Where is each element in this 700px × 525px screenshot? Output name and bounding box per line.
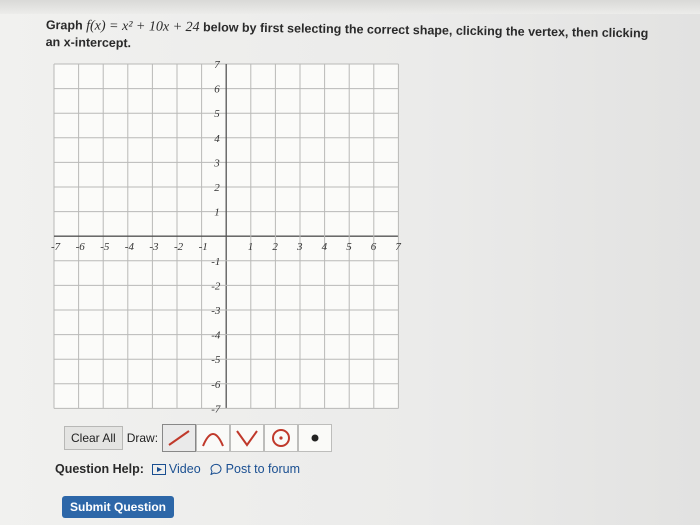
line-tool-button[interactable] bbox=[162, 424, 197, 452]
x-tick-label: -4 bbox=[125, 241, 135, 253]
x-tick-label: -6 bbox=[76, 241, 86, 253]
x-tick-label: -7 bbox=[51, 241, 61, 253]
post-to-forum-link[interactable]: Post to forum bbox=[209, 462, 300, 476]
y-tick-label: -7 bbox=[211, 403, 221, 415]
question-help-label: Question Help: bbox=[55, 462, 144, 476]
y-tick-label: -5 bbox=[211, 354, 221, 366]
question-line2: an x-intercept. bbox=[45, 34, 132, 51]
function-expression: f(x) = x² + 10x + 24 bbox=[86, 18, 200, 36]
parabola-down-tool-icon bbox=[202, 433, 224, 447]
x-tick-label: -1 bbox=[199, 241, 208, 253]
screen-top-edge bbox=[0, 0, 700, 14]
x-tick-label: 4 bbox=[322, 241, 328, 253]
video-icon bbox=[151, 463, 166, 475]
x-tick-label: 7 bbox=[395, 241, 401, 253]
coordinate-grid[interactable]: -7 -6 -5 -4 -3 -2 -1 1 2 3 4 5 6 7 7 6 5 4 3 2 1 -1 -2 -3 -4 -5 -6… bbox=[40, 58, 420, 423]
x-tick-label: -2 bbox=[174, 241, 184, 253]
point-tool-button[interactable] bbox=[298, 424, 333, 452]
parabola-tool-button[interactable] bbox=[196, 424, 231, 452]
point-tool-icon bbox=[311, 434, 319, 442]
post-to-forum-label: Post to forum bbox=[225, 462, 300, 476]
y-tick-label: -1 bbox=[211, 256, 220, 268]
clear-all-button[interactable]: Clear All bbox=[64, 426, 123, 450]
line-tool-icon bbox=[168, 430, 190, 446]
question-instructions: below by first selecting the correct sha… bbox=[202, 20, 649, 41]
y-tick-label: -4 bbox=[211, 330, 221, 342]
y-tick-label: 2 bbox=[214, 182, 220, 194]
x-tick-label: -5 bbox=[100, 241, 110, 253]
video-link[interactable]: Video bbox=[151, 462, 201, 476]
graph-area[interactable]: -7 -6 -5 -4 -3 -2 -1 1 2 3 4 5 6 7 7 6 5 4 3 2 1 -1 -2 -3 -4 -5 -6… bbox=[40, 58, 420, 423]
question-prefix: Graph bbox=[45, 17, 83, 33]
question-prompt: Graph f(x) = x² + 10x + 24 below by firs… bbox=[46, 17, 656, 60]
question-help: Question Help: Video Post to forum bbox=[55, 462, 300, 476]
circle-tool-icon bbox=[272, 429, 291, 447]
y-tick-label: -3 bbox=[211, 305, 221, 317]
x-tick-label: -3 bbox=[149, 241, 159, 253]
draw-toolbar: Clear All Draw: bbox=[64, 424, 333, 452]
x-tick-label: 6 bbox=[371, 241, 377, 253]
y-tick-label: -6 bbox=[211, 379, 221, 391]
y-tick-label: 4 bbox=[214, 133, 220, 145]
x-tick-label: 1 bbox=[248, 241, 254, 253]
absolute-value-tool-button[interactable] bbox=[230, 424, 265, 452]
x-tick-label: 2 bbox=[272, 241, 278, 253]
y-tick-label: 1 bbox=[214, 207, 220, 219]
submit-question-button[interactable]: Submit Question bbox=[62, 496, 174, 518]
y-tick-label: 6 bbox=[214, 84, 220, 96]
y-tick-label: 3 bbox=[213, 157, 220, 169]
absolute-value-tool-icon bbox=[236, 430, 258, 447]
x-tick-label: 5 bbox=[346, 241, 352, 253]
y-tick-label: 5 bbox=[214, 108, 220, 120]
draw-label: Draw: bbox=[126, 431, 159, 445]
y-tick-label: 7 bbox=[214, 59, 220, 71]
x-tick-label: 3 bbox=[296, 241, 303, 253]
speech-bubble-icon bbox=[209, 463, 222, 475]
circle-tool-button[interactable] bbox=[264, 424, 299, 452]
video-link-label: Video bbox=[168, 462, 201, 476]
y-tick-label: -2 bbox=[211, 280, 221, 292]
